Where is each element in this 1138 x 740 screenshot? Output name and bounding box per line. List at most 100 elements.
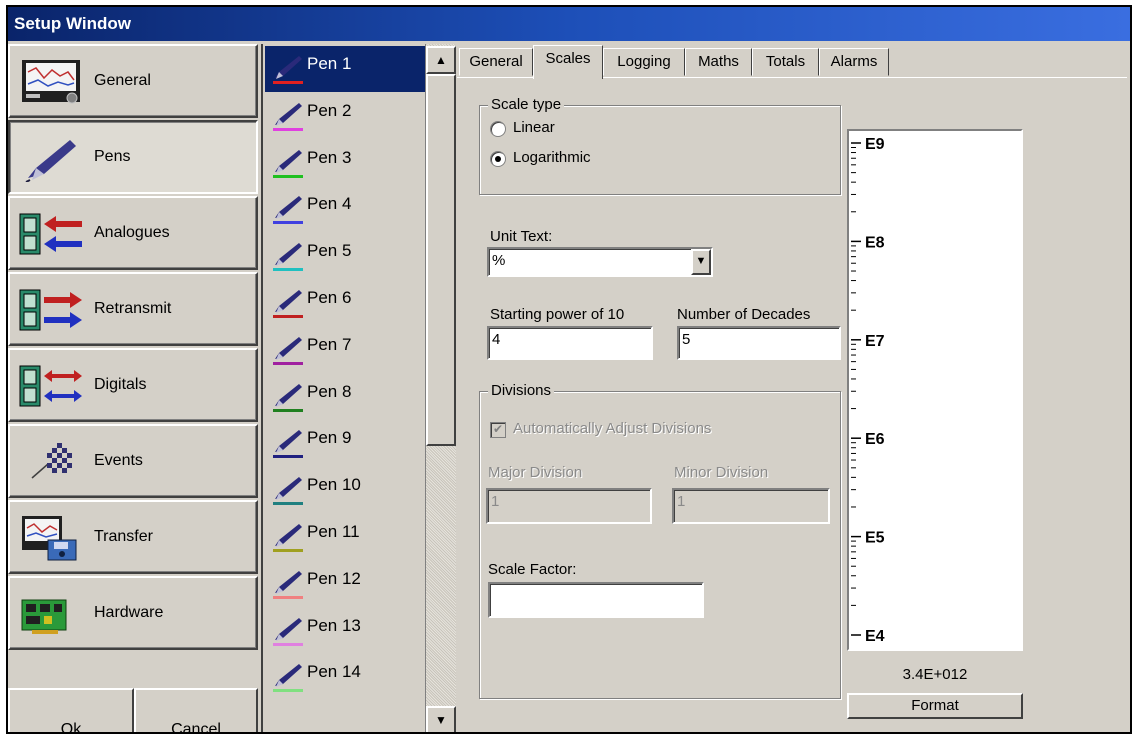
divisions-title: Divisions xyxy=(488,382,555,399)
pen-list-scrollbar[interactable]: ▲ ▼ xyxy=(425,44,456,732)
pen-icon xyxy=(273,196,303,225)
pen-list-item[interactable]: Pen 14 xyxy=(265,654,425,700)
tab-alarms[interactable]: Alarms xyxy=(819,48,889,76)
nav-pens-button[interactable]: Pens xyxy=(8,120,258,194)
nav-digitals-button[interactable]: Digitals xyxy=(8,348,258,422)
nav-events-button[interactable]: Events xyxy=(8,424,258,498)
pen-label: Pen 4 xyxy=(307,194,352,214)
logarithmic-radio[interactable] xyxy=(490,151,506,167)
nav-transfer-button[interactable]: Transfer xyxy=(8,500,258,574)
events-icon xyxy=(31,443,72,479)
major-division-input[interactable]: 1 xyxy=(486,488,652,524)
pen-label: Pen 5 xyxy=(307,241,352,261)
ok-button[interactable]: Ok xyxy=(8,688,134,732)
tab-maths[interactable]: Maths xyxy=(685,48,752,76)
pen-list-item[interactable]: Pen 5 xyxy=(265,233,425,279)
pen-list-item[interactable]: Pen 12 xyxy=(265,561,425,607)
pen-list-item[interactable]: Pen 6 xyxy=(265,280,425,326)
nav-analogues-label: Analogues xyxy=(94,224,170,241)
transfer-icon xyxy=(22,516,77,561)
nav-pens-label: Pens xyxy=(94,148,131,165)
pen-label: Pen 9 xyxy=(307,428,352,448)
unit-text-value: % xyxy=(492,252,506,269)
pen-list: Pen 1 Pen 2 Pen 3 Pen 4 Pen 5 Pen 6 Pen 7 Pen 8… xyxy=(261,44,427,732)
pen-color-swatch xyxy=(273,408,303,412)
scroll-thumb[interactable] xyxy=(426,74,456,446)
pen-label: Pen 11 xyxy=(307,522,360,541)
recorder-screen-icon xyxy=(22,60,80,104)
pen-color-swatch xyxy=(273,221,303,225)
pen-label: Pen 2 xyxy=(307,100,352,120)
category-nav: General Pens Analogues Retransmit Digita… xyxy=(8,44,260,732)
pen-icon xyxy=(273,149,303,178)
pen-list-item[interactable]: Pen 11 xyxy=(265,514,425,560)
pen-list-item[interactable]: Pen 3 xyxy=(265,140,425,186)
analogue-in-icon xyxy=(19,213,82,255)
tab-totals[interactable]: Totals xyxy=(752,48,819,76)
pen-color-swatch xyxy=(273,268,303,272)
tab-general[interactable]: General xyxy=(459,48,533,76)
linear-radio[interactable] xyxy=(490,121,506,137)
digital-io-icon xyxy=(19,365,82,407)
format-button[interactable]: Format xyxy=(847,693,1023,719)
nav-general-button[interactable]: General xyxy=(8,44,258,118)
unit-text-label: Unit Text: xyxy=(490,228,553,245)
pen-color-swatch xyxy=(273,595,303,599)
tab-scales[interactable]: Scales xyxy=(533,45,603,79)
pen-icon xyxy=(273,664,303,693)
nav-events-label: Events xyxy=(94,452,143,469)
decades-label: Number of Decades xyxy=(677,306,811,323)
scale-factor-input[interactable] xyxy=(488,582,704,618)
pen-label: Pen 14 xyxy=(307,662,361,682)
log-scale-preview: E9 E8 E7 E6 E5 E4 xyxy=(847,129,1023,651)
pen-list-item[interactable]: Pen 10 xyxy=(265,467,425,513)
nav-digitals-label: Digitals xyxy=(94,376,147,393)
start-power-input[interactable]: 4 xyxy=(487,326,653,360)
pen-icon xyxy=(273,243,303,272)
pen-icon xyxy=(273,336,303,365)
scale-tick-label: E4 xyxy=(865,628,885,645)
major-division-label: Major Division xyxy=(488,464,583,481)
pen-list-item[interactable]: Pen 9 xyxy=(265,420,425,466)
pen-color-swatch xyxy=(273,315,303,318)
minor-division-label: Minor Division xyxy=(674,464,769,481)
pen-settings-panel: General Scales Logging Maths Totals Alar… xyxy=(457,44,1130,732)
pen-list-item[interactable]: Pen 4 xyxy=(265,186,425,232)
scale-max-value: 3.4E+012 xyxy=(902,666,968,683)
nav-transfer-label: Transfer xyxy=(94,528,153,545)
nav-hardware-button[interactable]: Hardware xyxy=(8,576,258,650)
pen-list-item[interactable]: Pen 13 xyxy=(265,608,425,654)
pen-icon xyxy=(273,617,303,646)
pen-color-swatch xyxy=(273,689,303,693)
cancel-button[interactable]: Cancel xyxy=(134,688,258,732)
scale-factor-label: Scale Factor: xyxy=(488,561,577,578)
unit-text-combo[interactable]: % ▼ xyxy=(487,247,713,277)
nav-general-label: General xyxy=(94,72,151,89)
pen-color-swatch xyxy=(273,174,303,178)
pen-list-item[interactable]: Pen 7 xyxy=(265,327,425,373)
nav-retransmit-button[interactable]: Retransmit xyxy=(8,272,258,346)
scroll-down-icon[interactable]: ▼ xyxy=(426,706,456,732)
retransmit-icon xyxy=(19,289,82,331)
pen-icon xyxy=(273,290,303,318)
auto-adjust-checkbox[interactable]: ✔ xyxy=(490,422,506,438)
nav-analogues-button[interactable]: Analogues xyxy=(8,196,258,270)
pen-list-item[interactable]: Pen 2 xyxy=(265,93,425,139)
pen-color-swatch xyxy=(273,81,303,84)
tab-logging[interactable]: Logging xyxy=(603,48,685,76)
dropdown-arrow-icon[interactable]: ▼ xyxy=(691,249,711,275)
pen-label: Pen 12 xyxy=(307,568,361,588)
settings-tabs: General Scales Logging Maths Totals Alar… xyxy=(457,44,1130,79)
pen-list-item[interactable]: Pen 8 xyxy=(265,374,425,420)
pen-icon xyxy=(273,56,303,84)
pen-icon xyxy=(273,570,303,599)
decades-input[interactable]: 5 xyxy=(677,326,841,360)
scale-ticks: E9 E8 E7 E6 E5 E4 xyxy=(851,136,885,645)
minor-division-input[interactable]: 1 xyxy=(672,488,830,524)
pen-label: Pen 7 xyxy=(307,334,352,354)
divisions-group: Divisions ✔ Automatically Adjust Divisio… xyxy=(479,382,841,699)
pen-list-item[interactable]: Pen 1 xyxy=(265,46,425,92)
pen-color-swatch xyxy=(273,502,303,506)
radio-selected-dot xyxy=(495,156,501,162)
scroll-up-icon[interactable]: ▲ xyxy=(426,46,456,74)
